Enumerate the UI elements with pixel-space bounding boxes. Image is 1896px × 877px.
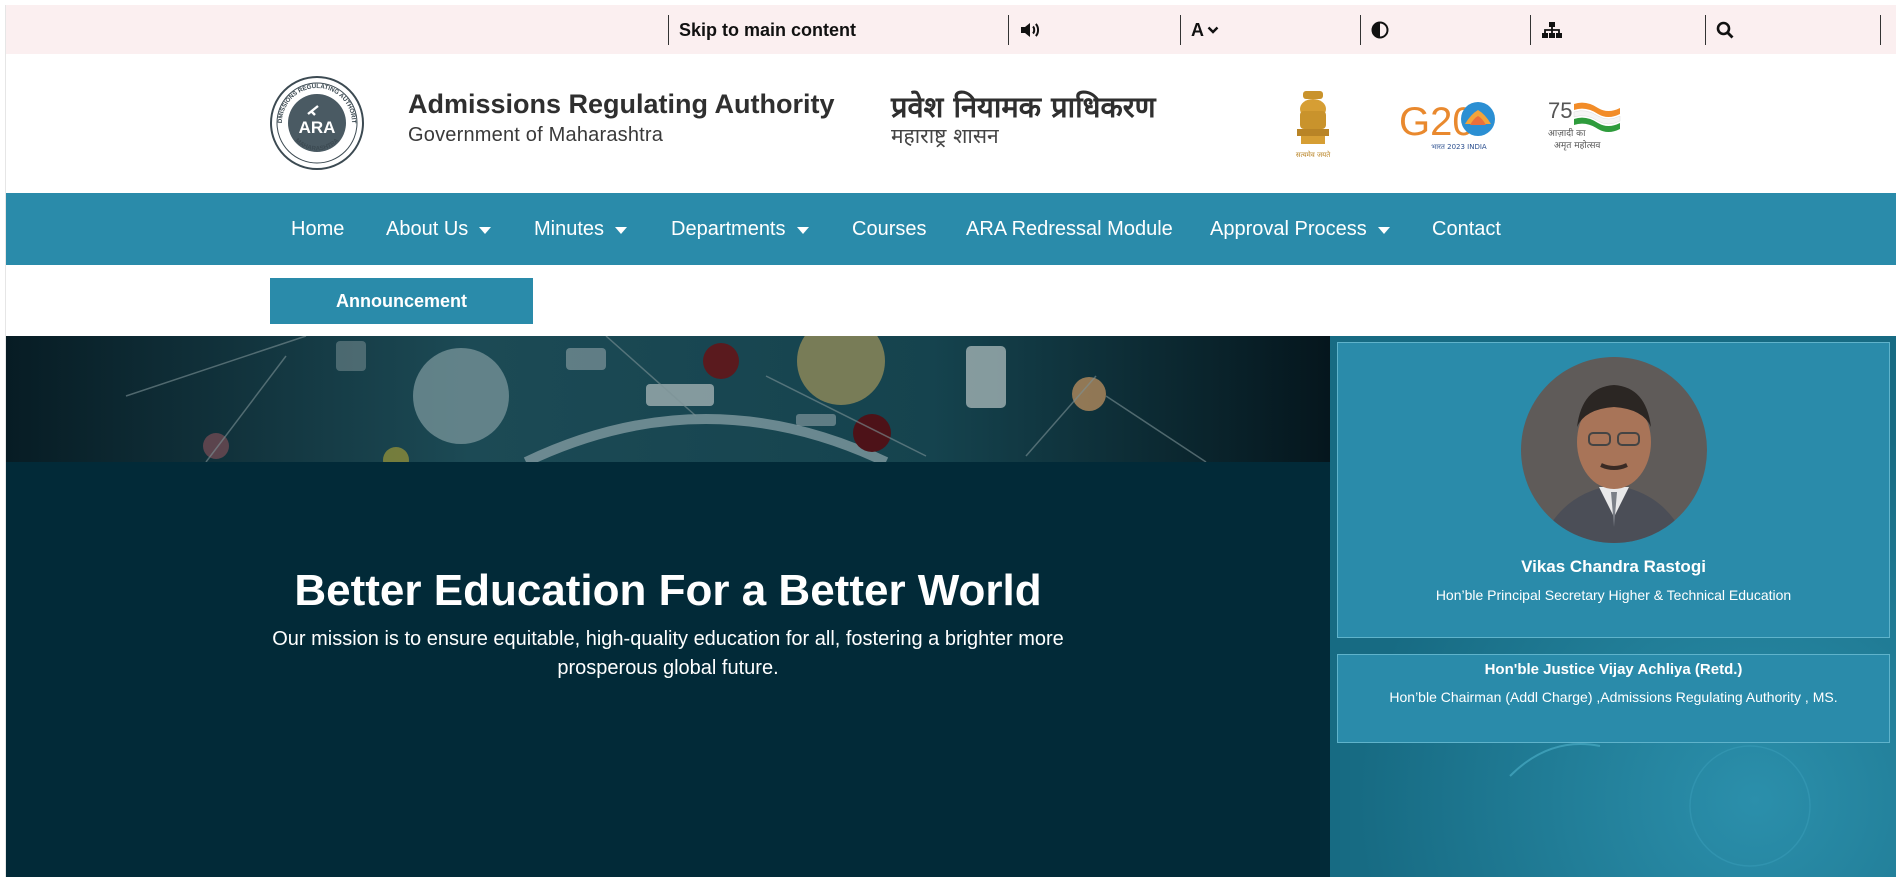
logo-text: ARA — [299, 118, 336, 137]
nav-item-label: Minutes — [534, 217, 605, 240]
speaker-icon — [1019, 21, 1041, 39]
site-header: ARA ADMISSIONS REGULATING AUTHORITY MAHA… — [6, 54, 1896, 193]
official-card: Hon'ble Justice Vijay Achliya (Retd.) Ho… — [1337, 654, 1890, 743]
officials-panel: Vikas Chandra Rastogi Hon’ble Principal … — [1330, 336, 1896, 877]
screen-reader-button[interactable] — [1008, 15, 1180, 45]
official-role: Hon’ble Principal Secretary Higher & Tec… — [1435, 587, 1792, 603]
official-role: Hon’ble Chairman (Addl Charge) ,Admissio… — [1389, 689, 1838, 705]
sitemap-icon — [1541, 21, 1563, 39]
font-size-button[interactable]: A — [1180, 15, 1360, 45]
g20-caption: भारत 2023 INDIA — [1431, 143, 1487, 151]
official-name: Hon'ble Justice Vijay Achliya (Retd.) — [1484, 661, 1743, 678]
nav-item-home[interactable]: Home — [291, 193, 344, 265]
azadi-number: 75 — [1548, 98, 1572, 123]
national-emblem-icon: सत्यमेव जयते — [1289, 89, 1337, 161]
nav-item-approval-process[interactable]: Approval Process — [1210, 193, 1390, 265]
caret-down-icon — [1377, 226, 1390, 234]
nav-item-label: ARA Redressal Module — [966, 217, 1173, 240]
nav-item-about-us[interactable]: About Us — [386, 193, 492, 265]
caret-down-icon — [479, 226, 492, 234]
nav-item-ara-redressal-module[interactable]: ARA Redressal Module — [966, 193, 1173, 265]
nav-item-label: Home — [291, 217, 345, 240]
contrast-button[interactable] — [1360, 15, 1530, 45]
skip-to-main-link[interactable]: Skip to main content — [668, 15, 1008, 45]
nav-item-label: Departments — [671, 217, 786, 240]
caret-down-icon — [615, 226, 628, 234]
page: Skip to main content A ARA DMISSIONS REG… — [5, 5, 1896, 877]
nav-item-courses[interactable]: Courses — [852, 193, 926, 265]
contrast-icon — [1371, 21, 1389, 39]
announcement-strip: Announcement — [6, 265, 1896, 336]
g20-logo: G20 भारत 2023 INDIA — [1399, 97, 1504, 153]
hero-background-image — [6, 336, 1330, 473]
caret-down-icon — [796, 226, 809, 234]
azadi-caption-1: आज़ादी का — [1548, 127, 1586, 139]
nav-item-label: Courses — [852, 217, 927, 240]
sitemap-button[interactable] — [1530, 15, 1705, 45]
site-title-english: Admissions Regulating Authority — [408, 89, 835, 119]
search-icon — [1716, 21, 1734, 39]
azadi-ka-amrit-mahotsav-logo: 75 आज़ादी का अमृत महोत्सव — [1546, 96, 1621, 152]
azadi-caption-2: अमृत महोत्सव — [1554, 139, 1601, 151]
nav-item-contact[interactable]: Contact — [1432, 193, 1501, 265]
official-card: Vikas Chandra Rastogi Hon’ble Principal … — [1337, 342, 1890, 638]
emblem-caption: सत्यमेव जयते — [1296, 150, 1331, 159]
nav-item-minutes[interactable]: Minutes — [534, 193, 628, 265]
site-subtitle-hindi: महाराष्ट्र शासन — [891, 124, 999, 148]
nav-item-label: Approval Process — [1210, 217, 1367, 240]
ara-logo[interactable]: ARA ADMISSIONS REGULATING AUTHORITY MAHA… — [268, 71, 364, 170]
site-title-hindi: प्रवेश नियामक प्राधिकरण — [891, 90, 1156, 124]
official-name: Vikas Chandra Rastogi — [1521, 557, 1706, 576]
nav-item-departments[interactable]: Departments — [671, 193, 809, 265]
hero-description: Our mission is to ensure equitable, high… — [272, 628, 1064, 679]
accessibility-bar: Skip to main content A — [6, 5, 1896, 54]
hero-title: Better Education For a Better World — [294, 566, 1042, 615]
chevron-down-icon — [1207, 25, 1219, 35]
nav-item-label: About Us — [386, 217, 469, 240]
official-photo — [1521, 357, 1707, 543]
announcement-button[interactable]: Announcement — [270, 278, 533, 324]
skip-to-main-label: Skip to main content — [679, 19, 857, 40]
site-subtitle-english: Government of Maharashtra — [408, 124, 664, 146]
search-button[interactable] — [1705, 15, 1880, 45]
main-navigation: Home About Us Minutes Departments Course… — [6, 193, 1896, 265]
nav-item-label: Contact — [1432, 217, 1501, 240]
toolbar-divider — [1880, 15, 1881, 45]
hero-section: Better Education For a Better World Our … — [6, 336, 1330, 877]
font-size-label: A — [1191, 19, 1204, 40]
